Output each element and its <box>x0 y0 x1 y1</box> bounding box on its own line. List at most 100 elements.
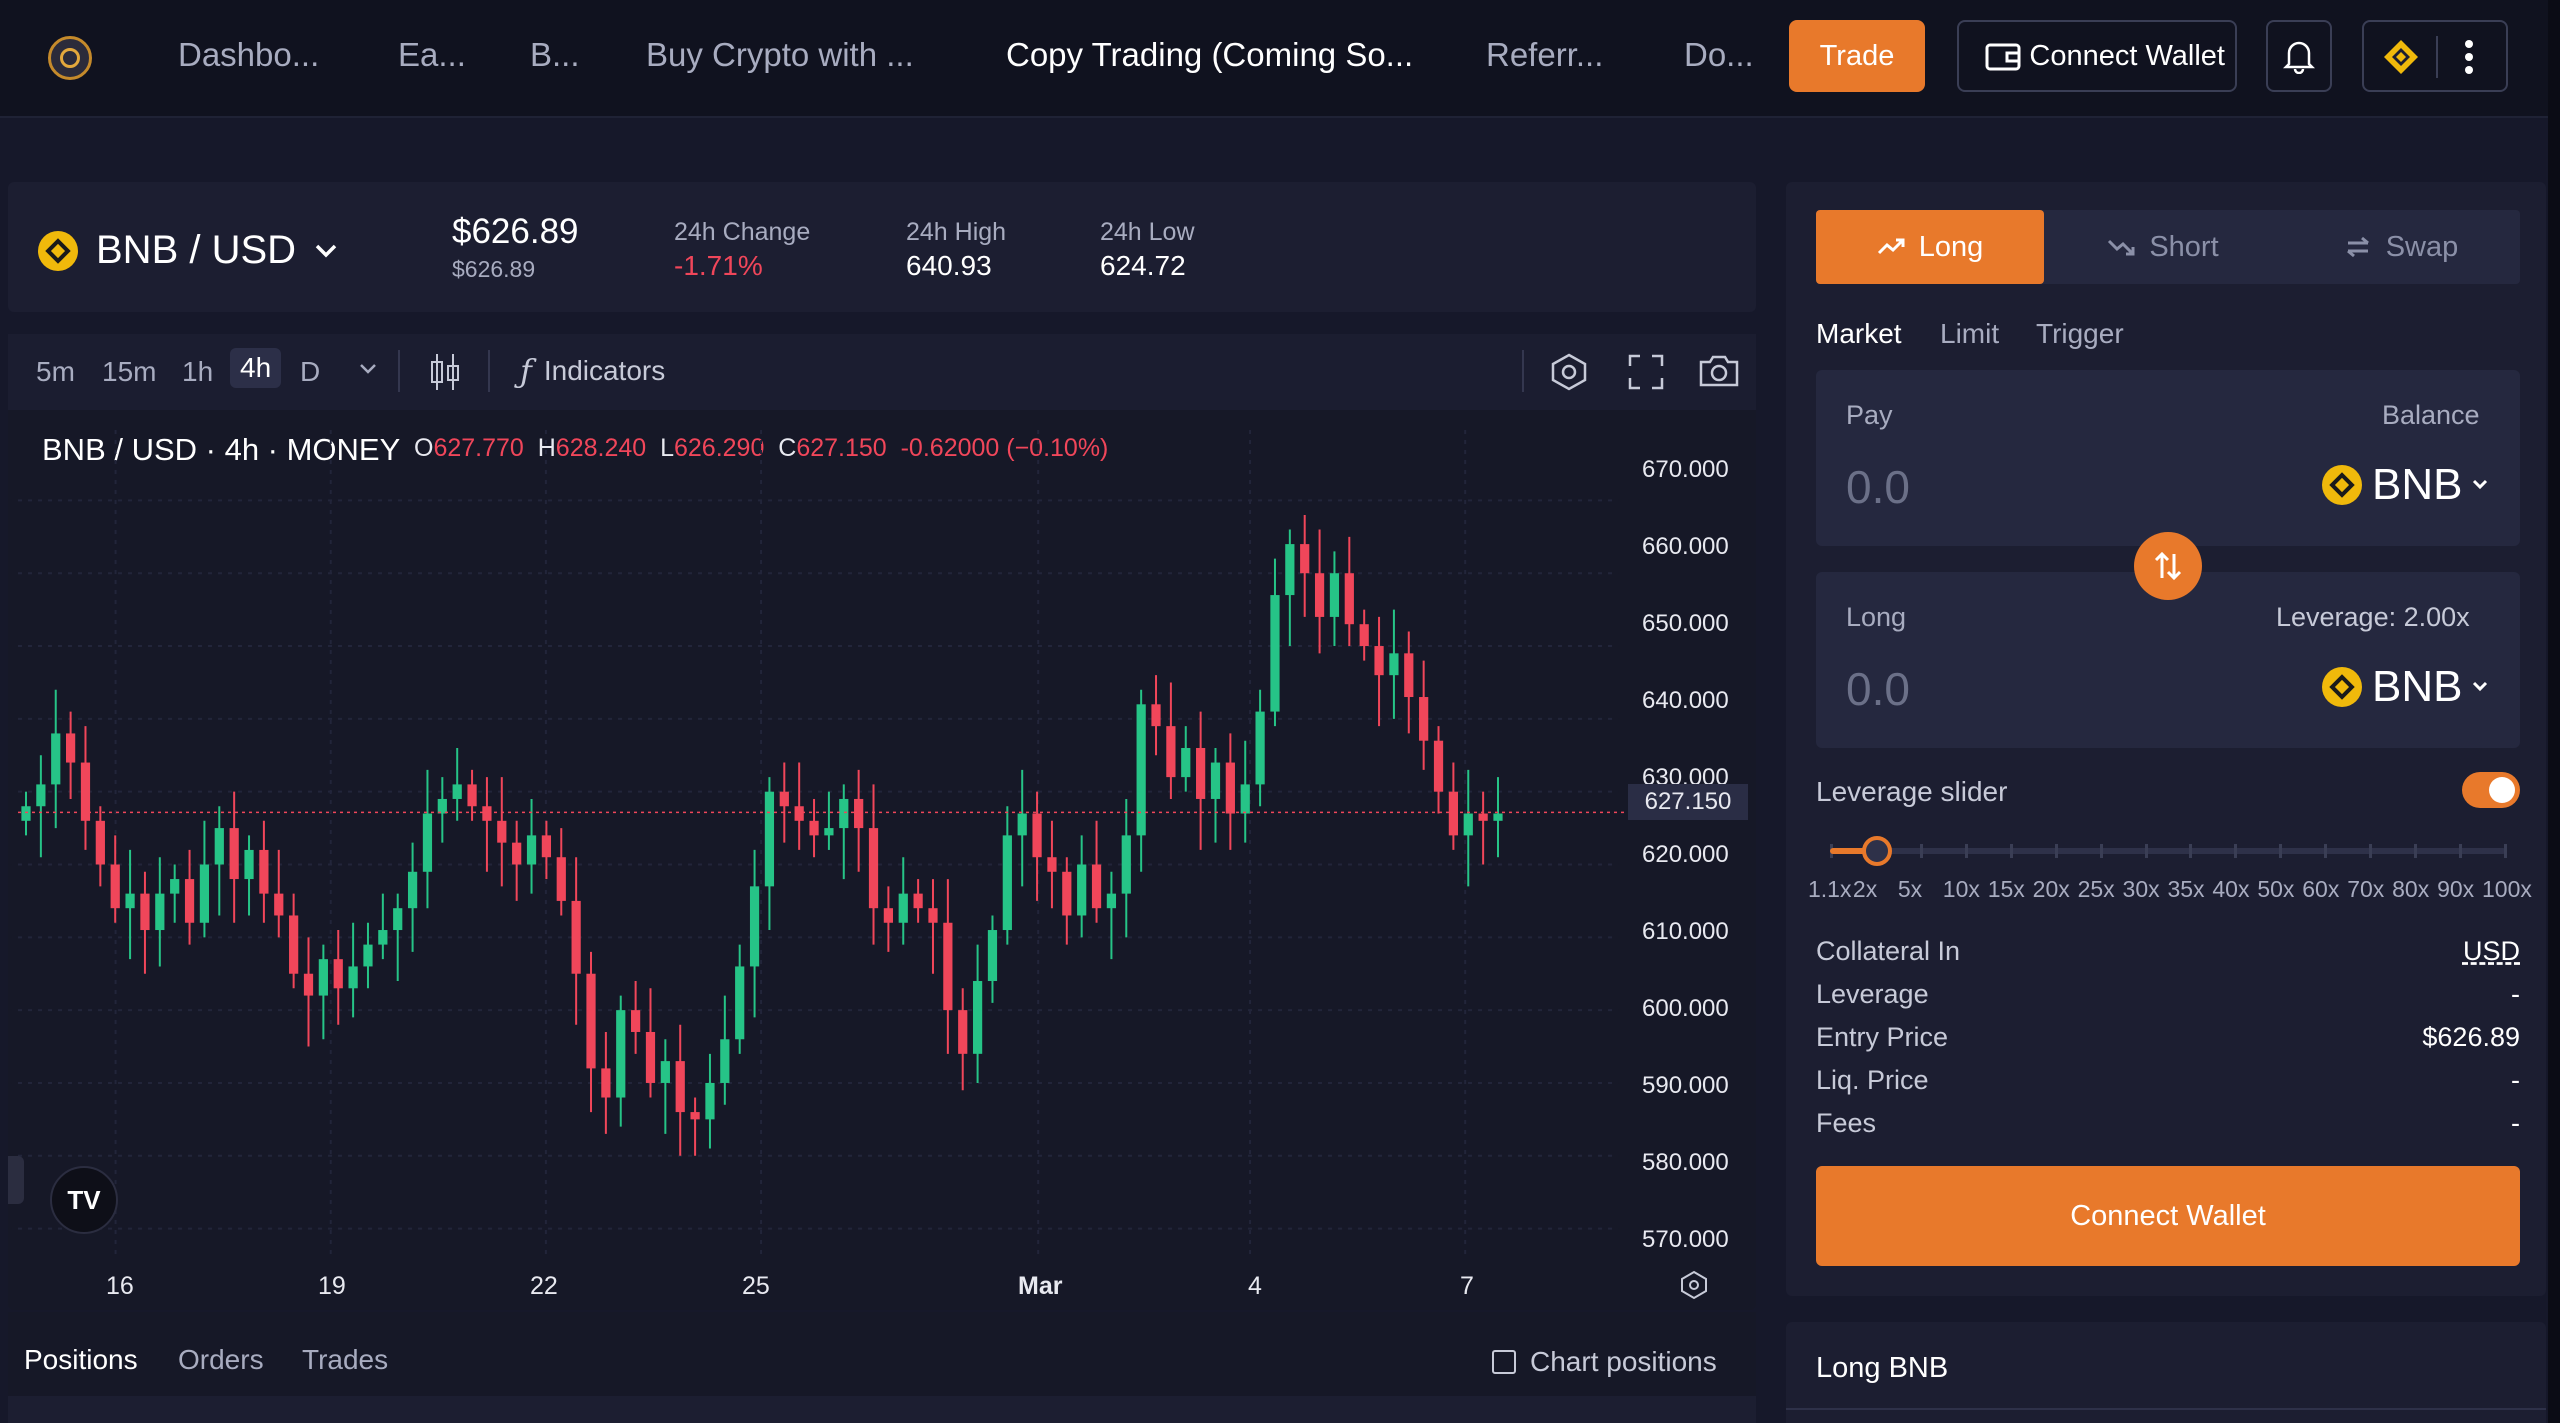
trending-up-icon <box>1877 238 1905 255</box>
leverage-mark-label: 2x <box>1852 876 1878 902</box>
info-row-fees: Fees - <box>1816 1108 2520 1139</box>
candle-body <box>422 813 433 872</box>
timeframe-4h[interactable]: 4h <box>230 348 282 388</box>
candle-body <box>95 820 105 865</box>
notifications-button[interactable] <box>2266 20 2332 92</box>
chart-positions-toggle[interactable]: Chart positions <box>1492 1346 1717 1378</box>
leverage-tick <box>2054 844 2058 858</box>
candle-body <box>1344 573 1354 625</box>
timeframe-15m[interactable]: 15m <box>102 356 156 388</box>
timeframe-5m[interactable]: 5m <box>36 356 75 388</box>
chevron-down-icon <box>315 244 337 257</box>
pay-label: Pay <box>1846 400 1893 430</box>
connect-wallet-nav-button[interactable]: Connect Wallet <box>1957 20 2237 92</box>
trade-button[interactable]: Trade <box>1789 20 1925 92</box>
tab-positions[interactable]: Positions <box>24 1344 138 1376</box>
pair-selector[interactable]: BNB / USD <box>38 228 338 273</box>
nav-item-dashboard[interactable]: Dashbo... <box>178 36 319 74</box>
leverage-mark-label: 5x <box>1897 876 1923 902</box>
side-swap-label: Swap <box>2385 230 2459 263</box>
current-price-sub: $626.89 <box>452 256 536 282</box>
candle-body <box>794 806 804 821</box>
connect-wallet-button[interactable]: Connect Wallet <box>1816 1166 2520 1266</box>
candle-body <box>1463 813 1473 836</box>
candle-body <box>497 820 507 843</box>
x-tick: 19 <box>318 1272 346 1300</box>
info-row-collateral: Collateral In USD <box>1816 936 2520 967</box>
app-logo-icon[interactable] <box>48 36 92 80</box>
collateral-selector[interactable]: USD <box>2463 936 2520 967</box>
page-scrollbar[interactable] <box>2548 0 2560 1423</box>
candle-body <box>854 798 864 829</box>
candle-body <box>958 1010 968 1054</box>
tab-orders[interactable]: Orders <box>178 1344 264 1376</box>
axis-settings-icon[interactable] <box>1678 1270 1710 1300</box>
candle-body <box>571 900 581 974</box>
leverage-tick <box>2369 844 2373 858</box>
long-bnb-title: Long BNB <box>1816 1352 1949 1384</box>
swap-arrows-icon <box>2346 236 2369 258</box>
leverage-mark-label: 15x <box>1987 876 2025 902</box>
order-type-market[interactable]: Market <box>1816 318 1902 350</box>
leverage-tick <box>2189 844 2193 858</box>
side-short-button[interactable]: Short <box>2044 210 2282 284</box>
pay-token-selector[interactable]: BNB <box>2322 460 2488 510</box>
candle-body <box>526 835 537 865</box>
candle-body <box>199 864 210 923</box>
candle-body <box>705 1082 715 1120</box>
timeframe-1h[interactable]: 1h <box>182 356 213 388</box>
more-vertical-icon[interactable] <box>2464 38 2474 76</box>
timeframe-d[interactable]: D <box>300 356 320 388</box>
leverage-mark-label: 1.1x <box>1808 876 1852 902</box>
side-long-button[interactable]: Long <box>1816 210 2044 284</box>
order-type-limit[interactable]: Limit <box>1940 318 1999 350</box>
indicators-button[interactable]: ƒ Indicators <box>520 352 665 390</box>
candle-body <box>333 959 343 989</box>
wallet-icon <box>1985 43 2021 71</box>
candle-body <box>1329 573 1340 617</box>
order-type-trigger[interactable]: Trigger <box>2036 318 2124 350</box>
bnb-chain-icon <box>2384 40 2418 74</box>
candle-body <box>303 973 314 996</box>
settings-icon[interactable] <box>1548 352 1590 392</box>
leverage-slider-toggle[interactable] <box>2462 772 2520 808</box>
leverage-slider-handle[interactable] <box>1862 836 1892 866</box>
candlestick-plot[interactable] <box>8 410 1756 1270</box>
nav-item-buy-crypto[interactable]: Buy Crypto with ... <box>646 36 914 74</box>
nav-item-earn[interactable]: Ea... <box>398 36 466 74</box>
leverage-tick <box>2459 844 2463 858</box>
fullscreen-icon[interactable] <box>1628 354 1664 390</box>
candle-body <box>1210 762 1221 799</box>
swap-direction-button[interactable] <box>2134 532 2202 600</box>
candle-body <box>1359 624 1369 647</box>
checkbox[interactable] <box>1492 1350 1516 1374</box>
info-label: Fees <box>1816 1108 1877 1138</box>
nav-item-copy-trading[interactable]: Copy Trading (Coming So... <box>1006 36 1413 74</box>
candle-body <box>601 1068 611 1098</box>
tab-trades[interactable]: Trades <box>302 1344 388 1376</box>
long-token-selector[interactable]: BNB <box>2322 662 2488 712</box>
candle-type-icon[interactable] <box>428 352 462 392</box>
chart-side-toggle[interactable] <box>8 1156 24 1204</box>
long-amount-input[interactable]: 0.0 <box>1846 662 1910 716</box>
candle-body <box>1419 697 1429 741</box>
candle-body <box>51 733 61 785</box>
timeframe-dropdown-icon[interactable] <box>358 362 378 376</box>
leverage-tick <box>2414 844 2418 858</box>
side-swap-button[interactable]: Swap <box>2282 210 2520 284</box>
leverage-slider-track[interactable] <box>1830 848 2506 854</box>
info-label: Collateral In <box>1816 936 1961 966</box>
nav-item-docs[interactable]: Do... <box>1684 36 1754 74</box>
long-token-label: BNB <box>2372 662 2463 711</box>
leverage-tick <box>2324 844 2328 858</box>
nav-item-b[interactable]: B... <box>530 36 580 74</box>
network-menu-button[interactable] <box>2362 20 2508 92</box>
tradingview-logo-icon[interactable]: TV <box>50 1166 118 1234</box>
pay-input-box[interactable] <box>1816 370 2520 546</box>
pay-amount-input[interactable]: 0.0 <box>1846 460 1910 514</box>
chevron-down-icon <box>2473 681 2488 692</box>
nav-item-referral[interactable]: Referr... <box>1486 36 1603 74</box>
camera-icon[interactable] <box>1698 354 1740 388</box>
connect-wallet-nav-label: Connect Wallet <box>2029 39 2225 72</box>
balance-label: Balance <box>2382 400 2480 430</box>
